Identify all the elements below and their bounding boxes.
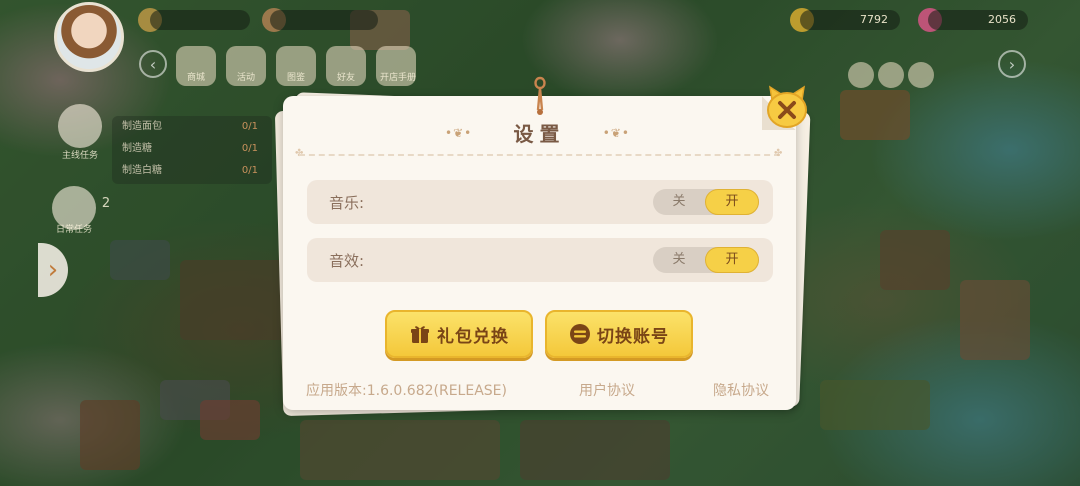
sound-effect-setting-row: 音效: 关 开 <box>307 238 773 282</box>
item-slot-icon[interactable] <box>908 62 934 88</box>
user-agreement-link[interactable]: 用户协议 <box>579 380 635 400</box>
main-quest-label: 主线任务 <box>61 151 98 161</box>
task-count: 0/1 <box>241 121 258 132</box>
coin-counter: 7792 <box>800 10 900 30</box>
event-label: 活动 <box>236 73 255 83</box>
right-ornament-icon: •❦• <box>602 126 630 140</box>
main-quest-button[interactable] <box>58 104 102 148</box>
item-slot-icon[interactable] <box>848 62 874 88</box>
music-label: 音乐: <box>329 194 365 212</box>
quest-bar <box>270 10 378 30</box>
task-badge: 2 <box>101 196 111 211</box>
music-setting-row: 音乐: 关 开 <box>307 180 773 224</box>
dialog-header: •❦• 设置 •❦• <box>283 118 796 147</box>
music-toggle[interactable]: 关 开 <box>653 189 759 215</box>
shop-label: 商城 <box>186 73 205 83</box>
privacy-policy-link[interactable]: 隐私协议 <box>713 380 769 400</box>
list-item: 制造面包 0/1 <box>112 116 272 138</box>
task-count: 0/1 <box>241 143 258 154</box>
settings-dialog: •❦• 设置 •❦• ✤ ✤ 音乐: 关 开 音效: 关 开 礼包兑换 切换账号… <box>283 76 796 410</box>
friends-label: 好友 <box>336 73 355 83</box>
gem-counter: 2056 <box>928 10 1028 30</box>
chevron-right-icon: › <box>47 255 59 285</box>
task-list: 制造面包 0/1 制造糖 0/1 制造白糖 0/1 <box>112 116 272 184</box>
music-on-option[interactable]: 开 <box>705 189 759 215</box>
music-off-option[interactable]: 关 <box>653 189 705 215</box>
item-slot-icon[interactable] <box>878 62 904 88</box>
close-icon[interactable] <box>764 84 810 130</box>
task-name: 制造糖 <box>122 143 152 154</box>
collection-label: 图鉴 <box>286 73 305 83</box>
sound-effect-on-option[interactable]: 开 <box>705 247 759 273</box>
header-divider <box>299 154 780 156</box>
left-ornament-icon: •❦• <box>445 126 473 140</box>
hanging-pin-icon <box>534 76 546 115</box>
gift-icon <box>409 323 431 345</box>
divider-dot-icon: ✤ <box>774 148 783 159</box>
player-avatar[interactable] <box>54 2 124 72</box>
task-name: 制造面包 <box>122 121 162 132</box>
experience-bar <box>150 10 250 30</box>
list-item: 制造糖 0/1 <box>112 138 272 160</box>
shop-manual-label: 开店手册 <box>379 73 416 83</box>
sound-effect-label: 音效: <box>329 252 365 270</box>
gem-amount: 2056 <box>988 13 1016 26</box>
switch-account-label: 切换账号 <box>597 326 669 347</box>
switch-account-button[interactable]: 切换账号 <box>545 310 693 358</box>
gift-code-button[interactable]: 礼包兑换 <box>385 310 533 358</box>
app-version-text: 应用版本:1.6.0.682(RELEASE) <box>306 383 507 399</box>
list-item: 制造白糖 0/1 <box>112 160 272 182</box>
sound-effect-off-option[interactable]: 关 <box>653 247 705 273</box>
task-name: 制造白糖 <box>122 165 162 176</box>
task-count: 0/1 <box>241 165 258 176</box>
daily-task-label: 日常任务 <box>55 225 92 235</box>
switch-icon <box>569 323 591 345</box>
right-arrow-icon[interactable]: › <box>998 50 1026 78</box>
dialog-title: 设置 <box>513 122 566 146</box>
coin-amount: 7792 <box>860 13 888 26</box>
sound-effect-toggle[interactable]: 关 开 <box>653 247 759 273</box>
left-arrow-icon[interactable]: ‹ <box>139 50 167 78</box>
gift-code-label: 礼包兑换 <box>437 326 509 347</box>
